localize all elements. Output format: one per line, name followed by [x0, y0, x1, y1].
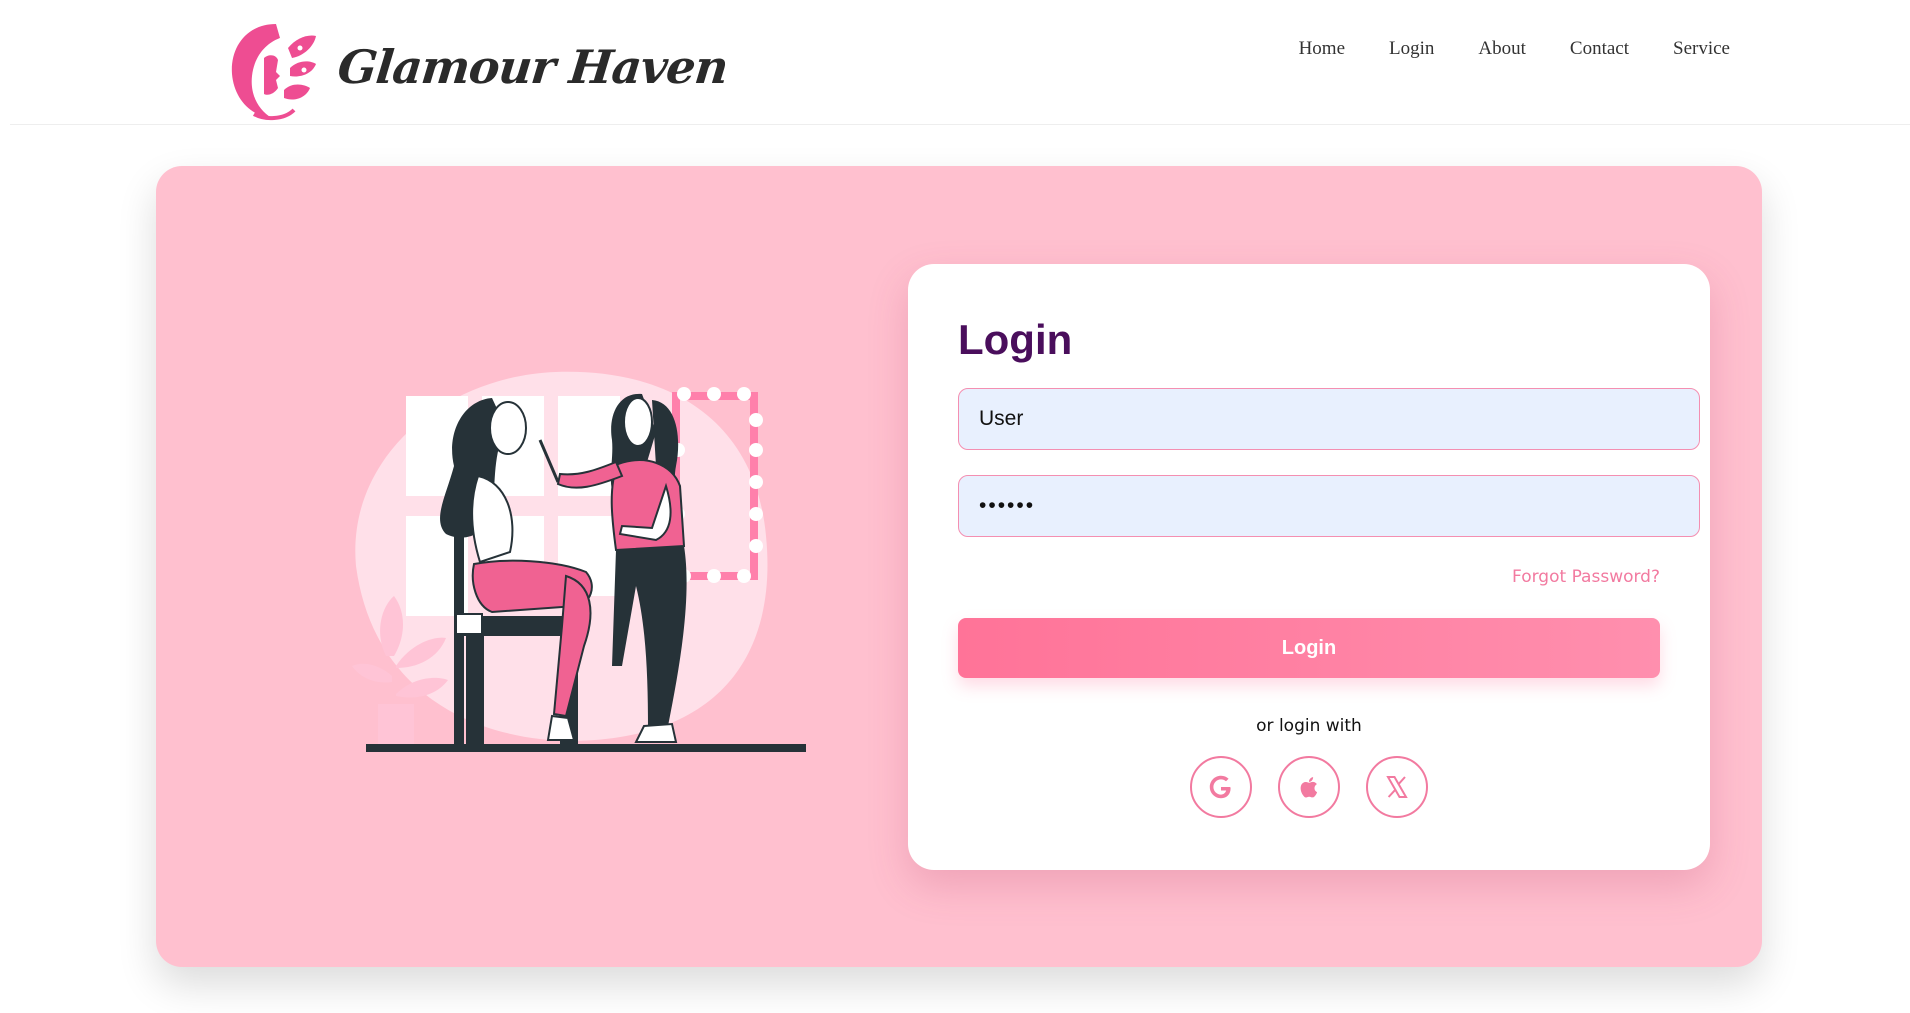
nav-service[interactable]: Service [1673, 38, 1730, 60]
forgot-password-link[interactable]: Forgot Password? [1512, 567, 1660, 587]
x-icon [1386, 776, 1408, 798]
makeup-artist-illustration [352, 371, 806, 752]
nav-about[interactable]: About [1478, 38, 1526, 60]
apple-icon [1300, 777, 1318, 798]
woman-face-flower-logo-icon [231, 24, 316, 121]
social-login-group [908, 756, 1710, 818]
nav-contact[interactable]: Contact [1570, 38, 1629, 60]
google-icon [1209, 775, 1231, 799]
x-login-button[interactable] [1366, 756, 1428, 818]
nav-home[interactable]: Home [1299, 38, 1345, 60]
site-header: Glamour Haven Home Login About Contact S… [10, 0, 1910, 125]
login-panel: Login Forgot Password? Login or login wi… [908, 264, 1710, 870]
password-input[interactable] [958, 475, 1700, 537]
apple-login-button[interactable] [1278, 756, 1340, 818]
google-login-button[interactable] [1190, 756, 1252, 818]
brand-name: Glamour Haven [335, 40, 731, 94]
nav-login[interactable]: Login [1389, 38, 1434, 60]
login-button[interactable]: Login [958, 618, 1660, 678]
main-nav: Home Login About Contact Service [1299, 38, 1730, 60]
username-input[interactable] [958, 388, 1700, 450]
brand-logo[interactable]: Glamour Haven [224, 14, 730, 124]
login-title: Login [958, 316, 1073, 363]
alt-login-text: or login with [1256, 716, 1362, 736]
login-hero-card: Login Forgot Password? Login or login wi… [156, 166, 1762, 967]
